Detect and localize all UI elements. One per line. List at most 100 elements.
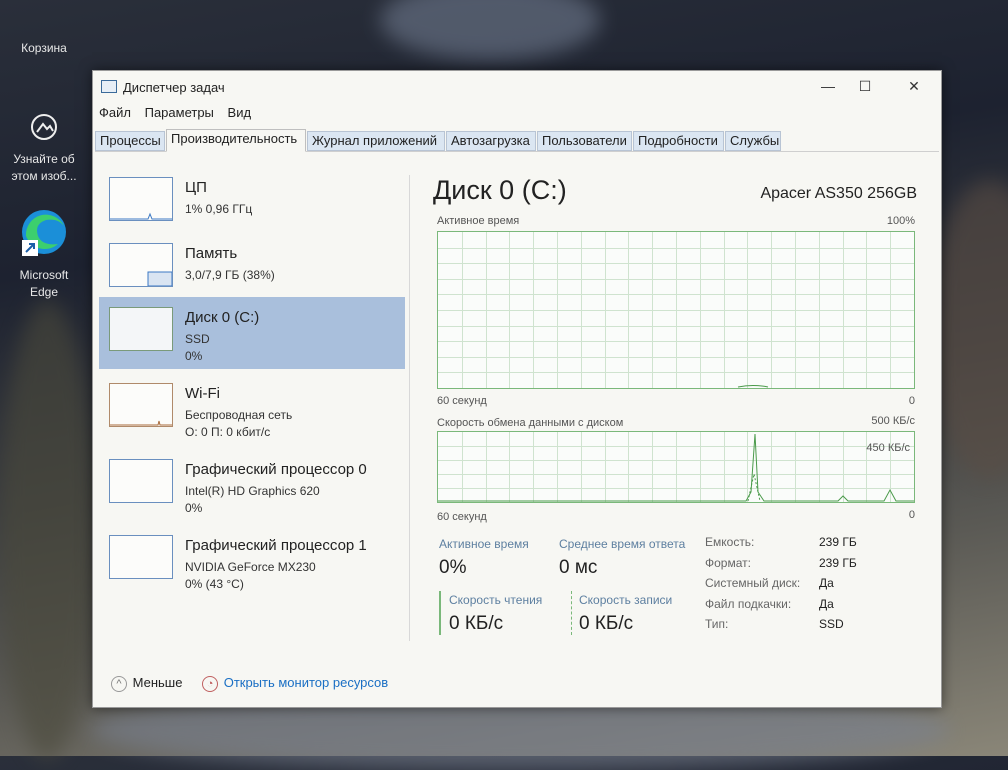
- edge-label-line2: Edge: [29, 285, 59, 299]
- maximize-button[interactable]: ☐: [850, 75, 880, 97]
- resource-item-disk0[interactable]: Диск 0 (C:) SSD 0%: [99, 297, 405, 369]
- resource-value: 0% (43 °C): [185, 577, 244, 591]
- detail-pane: Диск 0 (C:) Apacer AS350 256GB Активное …: [433, 171, 923, 651]
- prop-capacity-value: 239 ГБ: [819, 535, 857, 549]
- menu-options[interactable]: Параметры: [145, 105, 214, 120]
- graph-transfer-mid: 450 КБ/с: [866, 442, 910, 454]
- desktop-icon-edge[interactable]: Microsoft Edge: [4, 206, 84, 301]
- resource-item-wifi[interactable]: Wi-Fi Беспроводная сеть О: 0 П: 0 кбит/с: [99, 373, 405, 445]
- resource-title: Диск 0 (C:): [185, 309, 260, 326]
- learn-more-label-line1: Узнайте об: [13, 152, 75, 166]
- resource-item-cpu[interactable]: ЦП 1% 0,96 ГГц: [99, 167, 405, 239]
- prop-format-label: Формат:: [705, 556, 751, 570]
- prop-type-value: SSD: [819, 617, 844, 631]
- resource-title: Память: [185, 245, 238, 262]
- fewer-details-label: Меньше: [132, 675, 183, 690]
- read-rate-bar: [439, 591, 441, 635]
- close-button[interactable]: ✕: [899, 75, 929, 97]
- recycle-bin-label: Корзина: [21, 41, 67, 55]
- learn-more-label-line2: этом изоб...: [11, 169, 77, 183]
- task-manager-window: Диспетчер задач — ☐ ✕ Файл Параметры Вид…: [92, 70, 942, 708]
- read-rate-label: Скорость чтения: [449, 593, 543, 607]
- tab-app-history[interactable]: Журнал приложений: [307, 131, 445, 151]
- tab-processes[interactable]: Процессы: [95, 131, 165, 151]
- fewer-details-button[interactable]: ^ Меньше: [111, 675, 186, 692]
- wallpaper-patch: [0, 300, 95, 760]
- graph-transfer-label: Скорость обмена данными с диском: [437, 417, 624, 429]
- wifi-thumbnail: [109, 383, 173, 427]
- read-rate-value: 0 КБ/с: [449, 613, 504, 634]
- prop-page-file-label: Файл подкачки:: [705, 597, 792, 611]
- menu-file[interactable]: Файл: [99, 105, 131, 120]
- window-title: Диспетчер задач: [123, 80, 225, 95]
- gpu1-thumbnail: [109, 535, 173, 579]
- open-resource-monitor-label: Открыть монитор ресурсов: [223, 675, 389, 690]
- disk-model: Apacer AS350 256GB: [760, 185, 917, 202]
- open-resource-monitor-link[interactable]: ◔ Открыть монитор ресурсов: [202, 675, 389, 692]
- title-bar[interactable]: Диспетчер задач — ☐ ✕: [93, 71, 941, 103]
- resource-title: Графический процессор 0: [185, 461, 367, 478]
- graph-transfer-rate: 450 КБ/с: [437, 431, 915, 503]
- tab-startup[interactable]: Автозагрузка: [446, 131, 536, 151]
- graph-transfer-x-left: 60 секунд: [437, 511, 487, 523]
- pane-divider[interactable]: [409, 175, 410, 641]
- write-rate-value: 0 КБ/с: [579, 613, 634, 634]
- footer: ^ Меньше ◔ Открыть монитор ресурсов: [111, 675, 388, 692]
- resource-subtitle: 1% 0,96 ГГц: [185, 202, 253, 216]
- graph-active-time-max: 100%: [886, 215, 915, 227]
- write-rate-label: Скорость записи: [579, 593, 673, 607]
- resource-value: 0%: [185, 501, 203, 515]
- desktop-icon-recycle-bin[interactable]: Корзина: [4, 6, 84, 57]
- prop-format-value: 239 ГБ: [819, 556, 857, 570]
- menu-view[interactable]: Вид: [228, 105, 252, 120]
- menu-bar: Файл Параметры Вид: [93, 105, 255, 125]
- tab-services[interactable]: Службы: [725, 131, 781, 151]
- resource-subtitle: SSD: [185, 332, 210, 346]
- prop-page-file-value: Да: [819, 597, 834, 611]
- graph-active-time: [437, 231, 915, 389]
- resource-monitor-icon: ◔: [202, 675, 219, 692]
- active-time-value: 0%: [439, 557, 467, 578]
- desktop-icon-learn-more[interactable]: Узнайте об этом изоб...: [4, 112, 84, 185]
- wallpaper-patch: [380, 0, 600, 60]
- disk-thumbnail: [109, 307, 173, 351]
- transfer-rate-grid: [438, 432, 914, 502]
- resource-subtitle: 3,0/7,9 ГБ (38%): [185, 268, 275, 282]
- tab-performance[interactable]: Производительность: [166, 129, 306, 152]
- tab-details[interactable]: Подробности: [633, 131, 724, 151]
- resource-title: ЦП: [185, 179, 207, 196]
- chevron-up-icon: ^: [111, 675, 127, 692]
- prop-system-disk-label: Системный диск:: [705, 576, 801, 590]
- resource-title: Графический процессор 1: [185, 537, 367, 554]
- graph-transfer-x-right: 0: [908, 509, 915, 521]
- write-rate-bar: [571, 591, 574, 635]
- graph-transfer-max: 500 КБ/с: [871, 415, 915, 427]
- resource-item-gpu0[interactable]: Графический процессор 0 Intel(R) HD Grap…: [99, 449, 405, 521]
- tab-strip: Процессы Производительность Журнал прило…: [95, 129, 939, 152]
- resource-item-memory[interactable]: Память 3,0/7,9 ГБ (38%): [99, 233, 405, 305]
- cpu-thumbnail: [109, 177, 173, 221]
- tab-users[interactable]: Пользователи: [537, 131, 632, 151]
- resource-subtitle: Intel(R) HD Graphics 620: [185, 484, 320, 498]
- active-time-grid: [438, 232, 914, 388]
- resource-subtitle: Беспроводная сеть: [185, 408, 293, 422]
- gpu0-thumbnail: [109, 459, 173, 503]
- edge-label-line1: Microsoft: [19, 268, 69, 282]
- graph-active-time-label: Активное время: [437, 215, 520, 227]
- prop-type-label: Тип:: [705, 617, 729, 631]
- task-manager-icon: [101, 80, 117, 93]
- resource-item-gpu1[interactable]: Графический процессор 1 NVIDIA GeForce M…: [99, 525, 405, 597]
- camera-icon: [4, 112, 84, 147]
- resource-value: 0%: [185, 349, 203, 363]
- graph-active-time-x-left: 60 секунд: [437, 395, 487, 407]
- disk-heading: Диск 0 (C:): [433, 175, 567, 205]
- prop-capacity-label: Емкость:: [705, 535, 755, 549]
- resource-list: ЦП 1% 0,96 ГГц Память 3,0/7,9 ГБ (38%) Д…: [99, 167, 405, 647]
- resource-subtitle: NVIDIA GeForce MX230: [185, 560, 316, 574]
- minimize-button[interactable]: —: [813, 75, 843, 97]
- graph-active-time-x-right: 0: [908, 395, 915, 407]
- avg-response-label: Среднее время ответа: [559, 537, 686, 551]
- memory-thumbnail: [109, 243, 173, 287]
- prop-system-disk-value: Да: [819, 576, 834, 590]
- edge-icon: [4, 206, 84, 263]
